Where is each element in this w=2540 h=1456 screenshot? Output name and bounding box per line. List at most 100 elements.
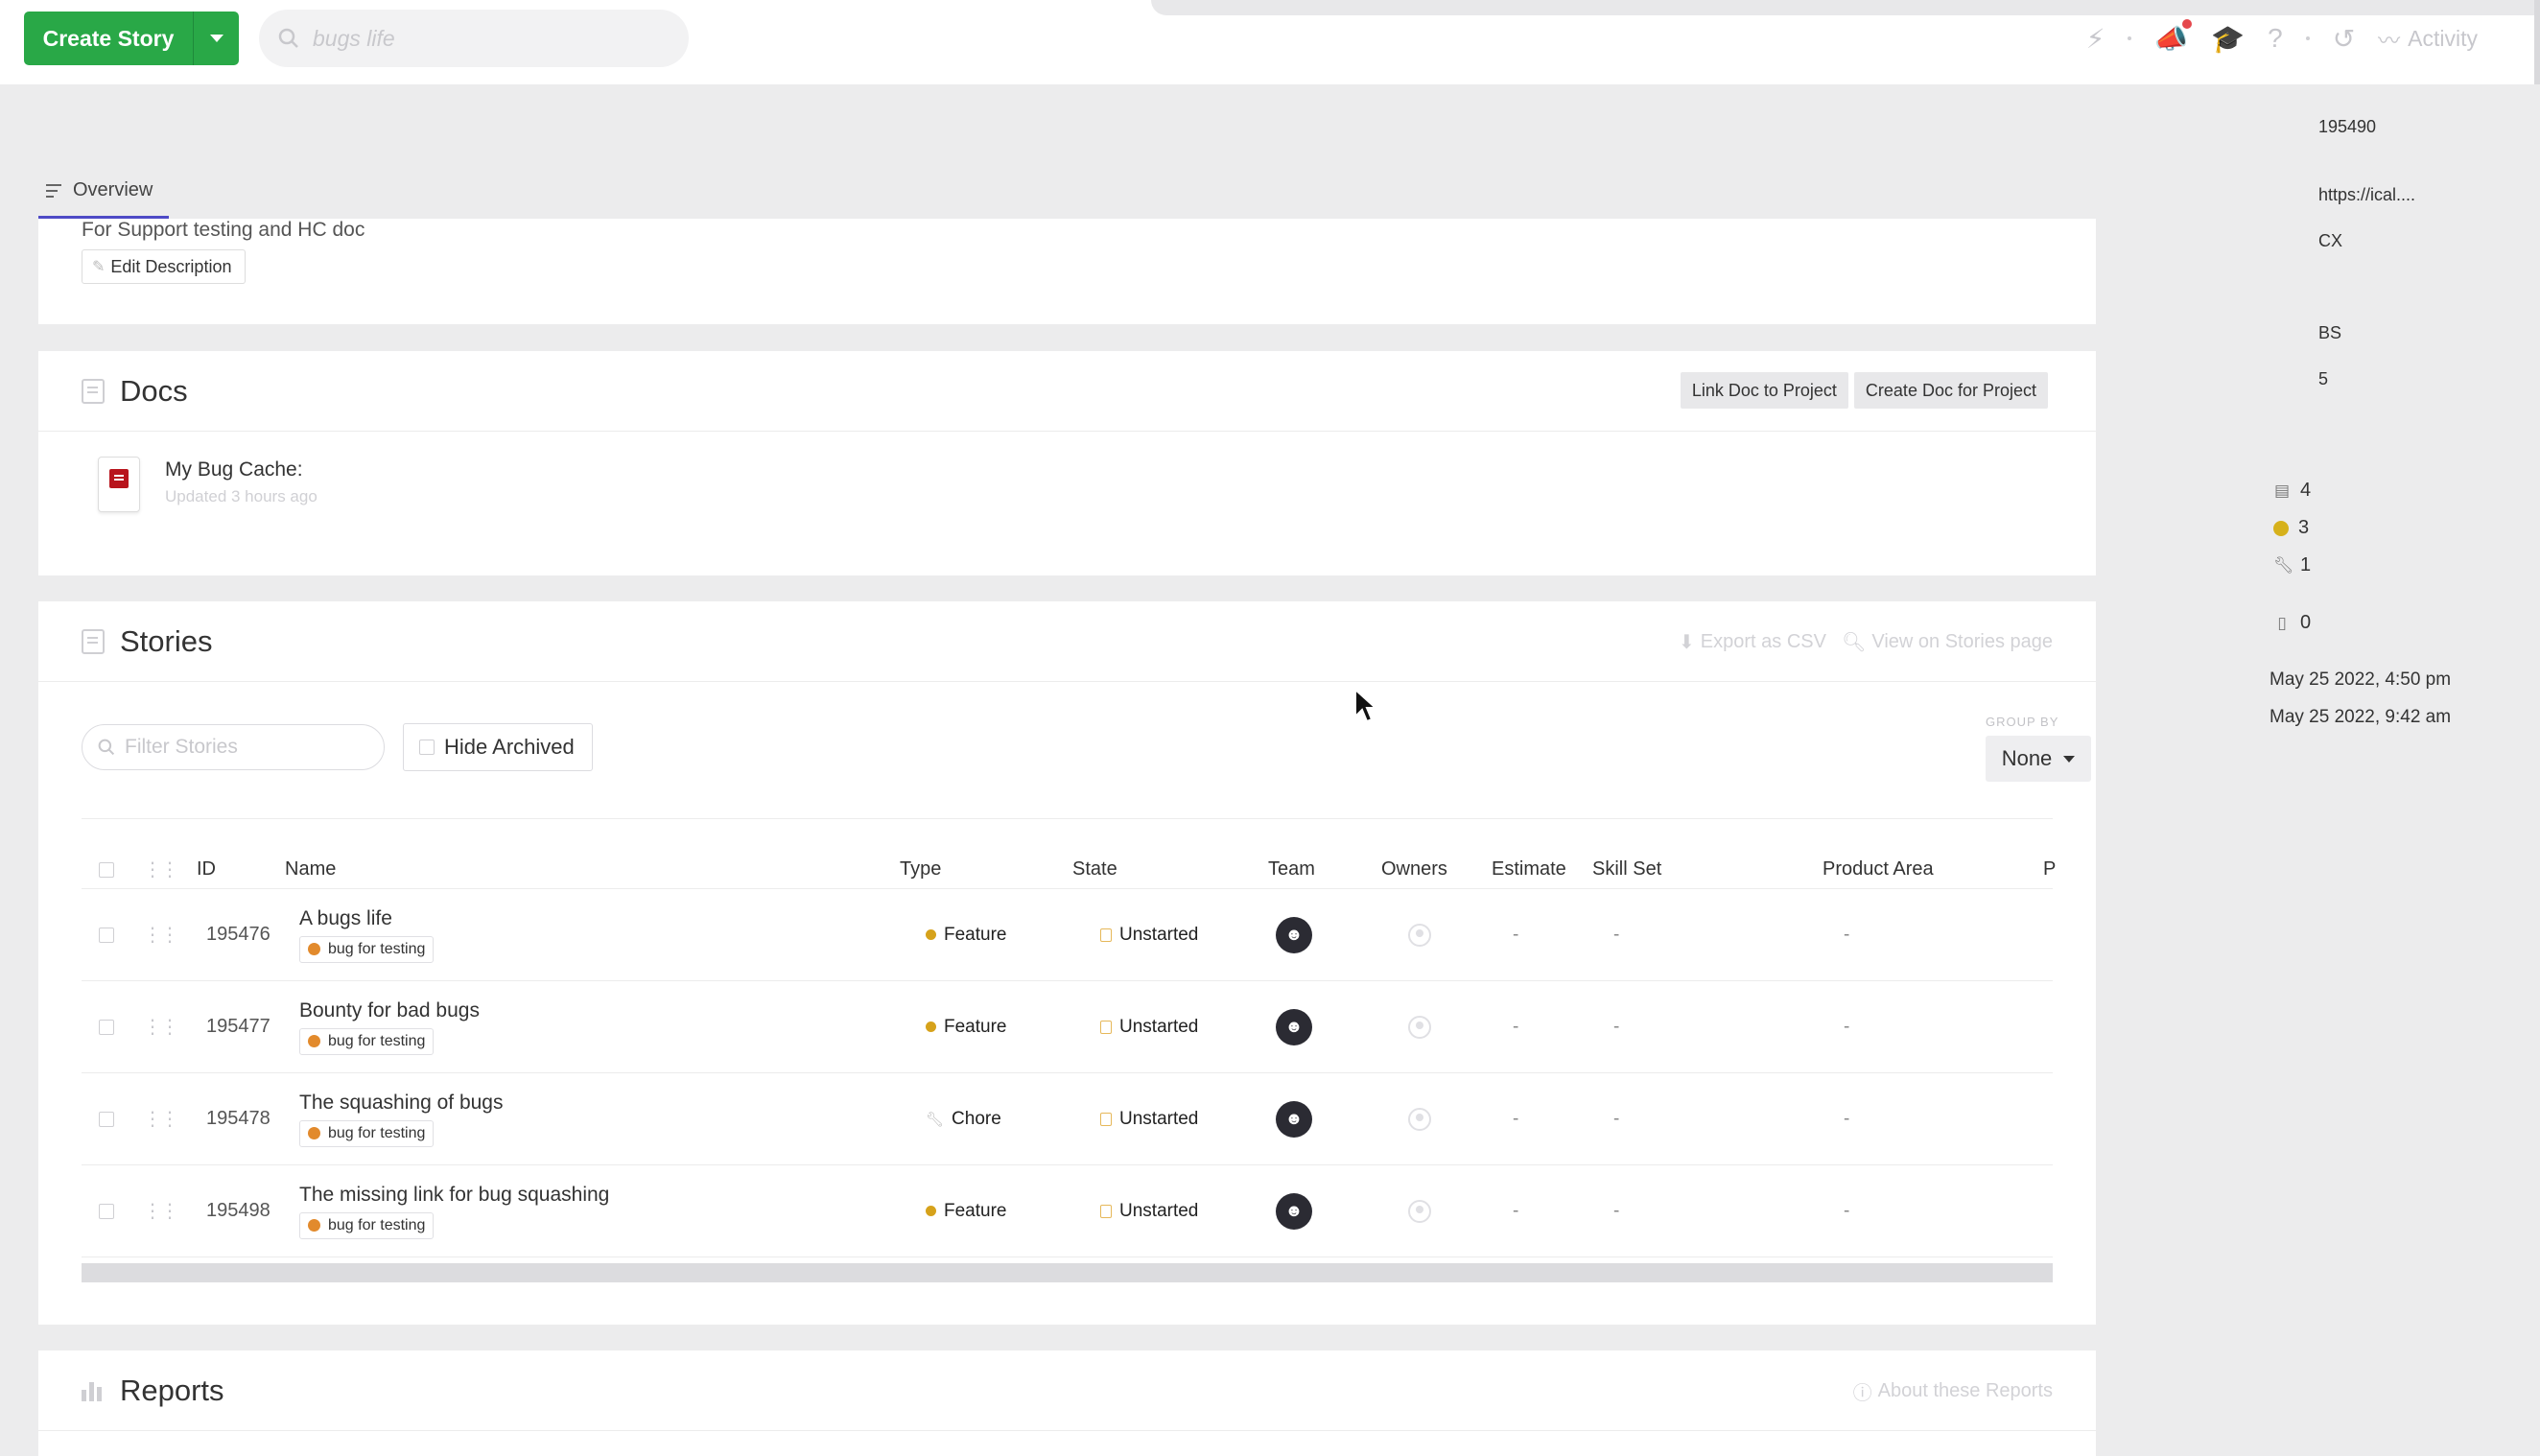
owner-placeholder-icon[interactable] (1408, 1199, 1431, 1223)
global-search-input[interactable] (313, 25, 639, 52)
col-id[interactable]: ID (197, 851, 216, 888)
filter-stories-field[interactable] (82, 724, 385, 770)
drag-handle-icon[interactable]: ⋮⋮ (143, 1018, 179, 1037)
calendar-url[interactable]: https://ical.... (2318, 185, 2415, 205)
table-horizontal-scrollbar[interactable] (82, 1263, 2053, 1282)
unstarted-state-icon (1100, 1020, 1112, 1034)
create-story-dropdown-button[interactable] (193, 12, 239, 65)
abbr-value: BS (2318, 323, 2342, 342)
doc-file-icon (109, 469, 129, 488)
filter-stories-input[interactable] (125, 736, 365, 759)
story-product-area: - (1844, 924, 1850, 945)
wrench-icon: 🔧︎ (2273, 555, 2294, 575)
drag-handle-icon[interactable]: ⋮⋮ (143, 926, 179, 945)
stories-count: 4 (2300, 480, 2312, 501)
docs-title: Docs (120, 373, 188, 408)
col-estimate[interactable]: Estimate (1492, 851, 1566, 888)
col-skill-set[interactable]: Skill Set (1592, 851, 1661, 888)
owner-placeholder-icon[interactable] (1408, 1107, 1431, 1131)
col-extra[interactable]: P (2043, 851, 2056, 888)
col-product-area[interactable]: Product Area (1823, 851, 1934, 888)
col-name[interactable]: Name (285, 851, 336, 888)
doc-item[interactable]: My Bug Cache: Updated 3 hours ago (98, 457, 318, 512)
story-name[interactable]: The missing link for bug squashing (299, 1184, 609, 1207)
col-type[interactable]: Type (900, 851, 941, 888)
owner-placeholder-icon[interactable] (1408, 1015, 1431, 1039)
story-label[interactable]: bug for testing (299, 1119, 435, 1147)
doc-thumbnail (98, 457, 140, 512)
table-header: ⋮⋮ ID Name Type State Team Owners Estima… (82, 851, 2056, 889)
table-row[interactable]: ⋮⋮ 195478 The squashing of bugs bug for … (82, 1073, 2053, 1165)
col-owners[interactable]: Owners (1381, 851, 1447, 888)
row-checkbox[interactable] (99, 927, 114, 943)
table-row[interactable]: ⋮⋮ 195477 Bounty for bad bugs bug for te… (82, 981, 2053, 1073)
table-row[interactable]: ⋮⋮ 195476 A bugs life bug for testing Fe… (82, 889, 2053, 981)
team-avatar[interactable]: ☻ (1276, 1008, 1312, 1045)
team-avatar[interactable]: ☻ (1276, 1192, 1312, 1230)
create-doc-button[interactable]: Create Doc for Project (1853, 372, 2048, 409)
tab-overview[interactable]: Overview (38, 165, 169, 219)
row-checkbox[interactable] (99, 1111, 114, 1127)
story-estimate: - (1513, 924, 1519, 945)
table-row[interactable]: ⋮⋮ 195498 The missing link for bug squas… (82, 1165, 2053, 1257)
feature-icon (926, 1206, 936, 1216)
bar-chart-icon (82, 1380, 105, 1401)
global-search[interactable] (259, 10, 689, 67)
megaphone-icon[interactable]: 📣 (2154, 18, 2193, 55)
hide-archived-toggle[interactable]: Hide Archived (403, 723, 593, 771)
graduation-cap-icon[interactable]: 🎓 (2211, 23, 2245, 55)
story-name[interactable]: Bounty for bad bugs (299, 999, 480, 1022)
story-name[interactable]: The squashing of bugs (299, 1092, 503, 1115)
stories-card: Stories ⬇ Export as CSV 🔍︎ View on Stori… (38, 601, 2096, 1325)
chores-count: 1 (2300, 554, 2312, 575)
row-checkbox[interactable] (99, 1019, 114, 1035)
col-team[interactable]: Team (1268, 851, 1315, 888)
activity-button[interactable]: 〰 Activity (2378, 22, 2478, 55)
create-story-button[interactable]: Create Story (24, 12, 193, 65)
col-state[interactable]: State (1072, 851, 1117, 888)
label-color-dot (308, 943, 320, 955)
magnifier-icon: 🔍︎ (1841, 632, 1867, 653)
story-state: Unstarted (1119, 1108, 1199, 1129)
link-doc-button[interactable]: Link Doc to Project (1680, 372, 1848, 409)
about-reports-label: About these Reports (1877, 1380, 2053, 1401)
story-label[interactable]: bug for testing (299, 1027, 435, 1055)
topbar-strip (1151, 0, 2540, 15)
hide-archived-checkbox[interactable] (419, 740, 435, 755)
select-all-checkbox[interactable] (99, 861, 114, 878)
story-type: Chore (952, 1108, 1001, 1129)
tab-overview-label: Overview (73, 179, 153, 200)
story-name[interactable]: A bugs life (299, 907, 392, 930)
reports-card: Reports ⓘ About these Reports (38, 1350, 2096, 1456)
story-label[interactable]: bug for testing (299, 1211, 435, 1239)
team-avatar[interactable]: ☻ (1276, 916, 1312, 953)
owner-placeholder-icon[interactable] (1408, 923, 1431, 947)
edit-description-button[interactable]: ✎ Edit Description (82, 249, 247, 284)
view-stories-page-link[interactable]: 🔍︎ View on Stories page (1842, 630, 2053, 654)
help-icon[interactable]: ? (2268, 23, 2283, 54)
about-reports-link[interactable]: ⓘ About these Reports (1853, 1377, 2053, 1405)
doc-title[interactable]: My Bug Cache: (165, 458, 318, 481)
page-scrollbar[interactable] (2534, 0, 2540, 84)
story-type: Feature (944, 1016, 1007, 1037)
chores-count-row: 🔧︎ 1 (2273, 554, 2311, 576)
story-id: 195478 (206, 1108, 270, 1129)
story-label[interactable]: bug for testing (299, 935, 435, 963)
drag-handle-icon[interactable]: ⋮⋮ (143, 1110, 179, 1129)
team-abbr[interactable]: CX (2318, 231, 2342, 251)
group-by-select[interactable]: None (1986, 736, 2091, 782)
export-csv-link[interactable]: ⬇ Export as CSV (1679, 630, 1826, 654)
reports-header: Reports (38, 1350, 2096, 1431)
story-label-text: bug for testing (328, 940, 426, 957)
story-estimate: - (1513, 1108, 1519, 1129)
row-checkbox[interactable] (99, 1203, 114, 1219)
activity-label: Activity (2408, 25, 2478, 51)
stories-actions: ⬇ Export as CSV 🔍︎ View on Stories page (1679, 630, 2053, 654)
lightning-icon[interactable]: ⚡ (2086, 23, 2105, 55)
history-icon[interactable]: ↺ (2333, 23, 2355, 55)
stories-title: Stories (120, 623, 213, 658)
team-avatar[interactable]: ☻ (1276, 1100, 1312, 1138)
story-id: 195498 (206, 1200, 270, 1221)
label-color-dot (308, 1127, 320, 1139)
drag-handle-icon[interactable]: ⋮⋮ (143, 1202, 179, 1221)
